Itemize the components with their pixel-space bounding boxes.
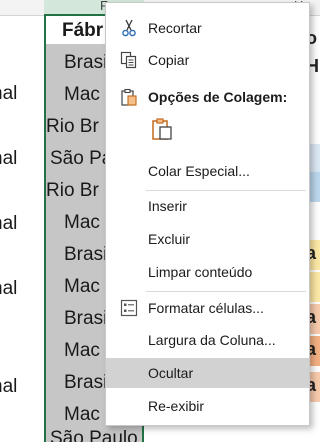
menu-item-label: Inserir	[148, 198, 187, 214]
copy-icon	[120, 51, 137, 69]
menu-item-label: Recortar	[148, 20, 202, 36]
menu-item-label: Ocultar	[148, 365, 194, 381]
menu-item-hide[interactable]: Ocultar	[106, 358, 309, 388]
menu-section-paste-options: Opções de Colagem:	[106, 82, 309, 112]
menu-item-copy[interactable]: Copiar	[106, 45, 309, 75]
menu-item-format-cells[interactable]: Formatar células...	[106, 293, 309, 323]
menu-item-delete[interactable]: Excluir	[106, 224, 309, 254]
cell[interactable]: Mac	[64, 340, 100, 362]
cell[interactable]: Mac	[64, 212, 100, 234]
menu-item-label: Largura da Coluna...	[148, 332, 276, 348]
menu-item-cut[interactable]: Recortar	[106, 13, 309, 43]
menu-item-insert[interactable]: Inserir	[106, 191, 309, 221]
cell[interactable]: nal	[0, 83, 17, 105]
menu-item-label: Formatar células...	[148, 300, 264, 316]
column-header-text: Fábr	[62, 20, 104, 41]
menu-item-label: Limpar conteúdo	[148, 264, 253, 280]
cell[interactable]: nal	[0, 278, 17, 300]
menu-item-label: Colar Especial...	[148, 163, 250, 179]
cell[interactable]: Brasi	[64, 52, 107, 74]
cell[interactable]: Brasi	[64, 244, 107, 266]
context-menu: Recortar Copiar Opções de Colagem: Colar	[105, 2, 310, 426]
format-cells-icon	[120, 299, 138, 317]
cell[interactable]: São Paulo	[50, 428, 138, 442]
cell[interactable]: São Pa	[50, 148, 112, 170]
clipboard-icon	[121, 88, 137, 106]
cell[interactable]: Mac	[64, 84, 100, 106]
menu-item-label: Excluir	[148, 231, 191, 247]
menu-separator	[146, 291, 306, 292]
cell[interactable]: Mac	[64, 276, 100, 298]
cell[interactable]: Rio Br	[46, 180, 99, 202]
cell[interactable]: nal	[0, 148, 17, 170]
cell[interactable]: Brasi	[64, 308, 107, 330]
menu-item-paste-special[interactable]: Colar Especial...	[106, 156, 309, 186]
cell[interactable]: Brasi	[64, 372, 107, 394]
paste-button[interactable]	[150, 117, 178, 145]
menu-item-column-width[interactable]: Largura da Coluna...	[106, 325, 309, 355]
menu-item-label: Copiar	[148, 52, 190, 68]
cell[interactable]: nal	[0, 213, 17, 235]
menu-section-label: Opções de Colagem:	[148, 89, 288, 105]
cell[interactable]: Rio Br	[46, 116, 99, 138]
scissors-icon	[122, 19, 136, 37]
menu-item-unhide[interactable]: Re-exibir	[106, 391, 309, 421]
menu-item-label: Re-exibir	[148, 398, 205, 414]
paste-icon	[152, 118, 172, 140]
cell[interactable]: Mac	[64, 404, 100, 426]
column-a: nal nal nal nal nal	[0, 16, 44, 442]
cell[interactable]: nal	[0, 376, 17, 398]
menu-item-clear-contents[interactable]: Limpar conteúdo	[106, 257, 309, 287]
